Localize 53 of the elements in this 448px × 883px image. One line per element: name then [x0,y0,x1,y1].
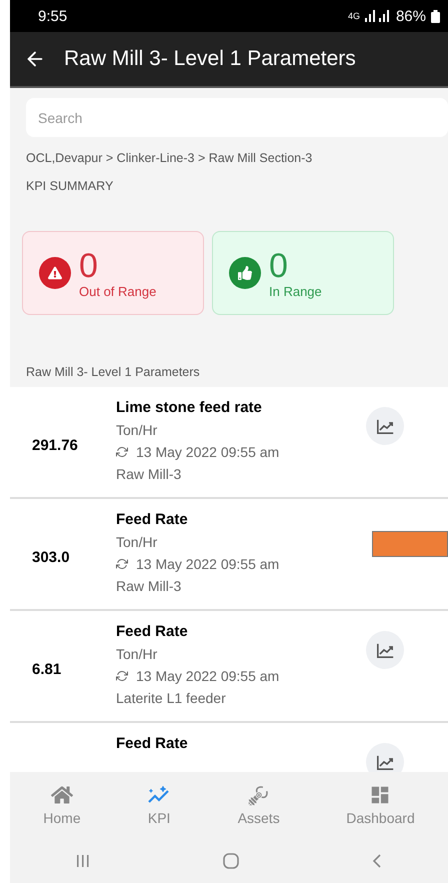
updated-time: 13 May 2022 09:55 am [136,444,280,460]
parameter-name: Feed Rate [116,735,189,752]
nav-tab[interactable]: KPI [147,784,172,826]
home-icon [50,784,73,806]
parameter-unit: Ton/Hr [116,422,158,438]
battery-level: 86% [396,8,426,24]
summary-card-label: In Range [269,284,322,298]
updated-time: 13 May 2022 09:55 am [136,668,280,684]
refresh-icon [116,670,128,682]
parameter-value: 303.0 [31,548,71,566]
parameter-source: Laterite L1 feeder [116,690,227,706]
page-title: Raw Mill 3- Level 1 Parameters [64,47,356,71]
summary-card-label: Out of Range [79,284,156,298]
section-title: Raw Mill 3- Level 1 Parameters [26,365,201,379]
dashboard-icon [369,784,392,806]
breadcrumb: OCL,Devapur > Clinker-Line-3 > Raw Mill Section-3 [26,151,314,165]
trend-chart-icon [376,754,394,770]
summary-card[interactable]: 0 In Range [212,231,394,315]
summary-count: 0 [79,248,99,284]
updated-time: 13 May 2022 09:55 am [136,556,280,572]
network-type: 4G [348,11,360,21]
summary-label: KPI SUMMARY [26,179,114,193]
chart-button[interactable] [366,407,404,445]
parameter-value: 6.81 [31,660,62,678]
trend-chart-icon [376,642,394,658]
parameter-name: Feed Rate [116,623,189,640]
trend-chart-icon [376,418,394,434]
status-time: 9:55 [38,8,68,24]
summary-count: 0 [269,248,289,284]
parameter-unit: Ton/Hr [116,534,158,550]
refresh-icon [116,446,128,458]
summary-card[interactable]: 0 Out of Range [22,231,204,315]
parameter-name: Feed Rate [116,511,189,528]
search-field[interactable]: Search [26,98,448,137]
refresh-icon [116,558,128,570]
battery-icon [431,10,440,22]
parameter-source: Raw Mill-3 [116,578,182,594]
parameter-name: Lime stone feed rate [116,399,263,416]
parameter-source: Raw Mill-3 [116,466,182,482]
nav-tab[interactable]: Assets [238,784,280,826]
parameter-unit: Ton/Hr [116,646,158,662]
home-button-icon[interactable] [222,852,239,868]
thumbs-up-icon [229,257,261,289]
parameter-value: 291.76 [31,436,79,454]
assets-icon [248,784,270,806]
nav-tab[interactable]: Dashboard [346,784,415,826]
signal-icon [364,10,391,22]
warning-icon [39,257,71,289]
chart-button[interactable] [366,631,404,669]
nav-tab[interactable]: Home [43,784,81,826]
back-button-icon[interactable] [372,854,382,868]
chart-button[interactable] [366,743,404,772]
recents-icon[interactable] [76,854,90,868]
